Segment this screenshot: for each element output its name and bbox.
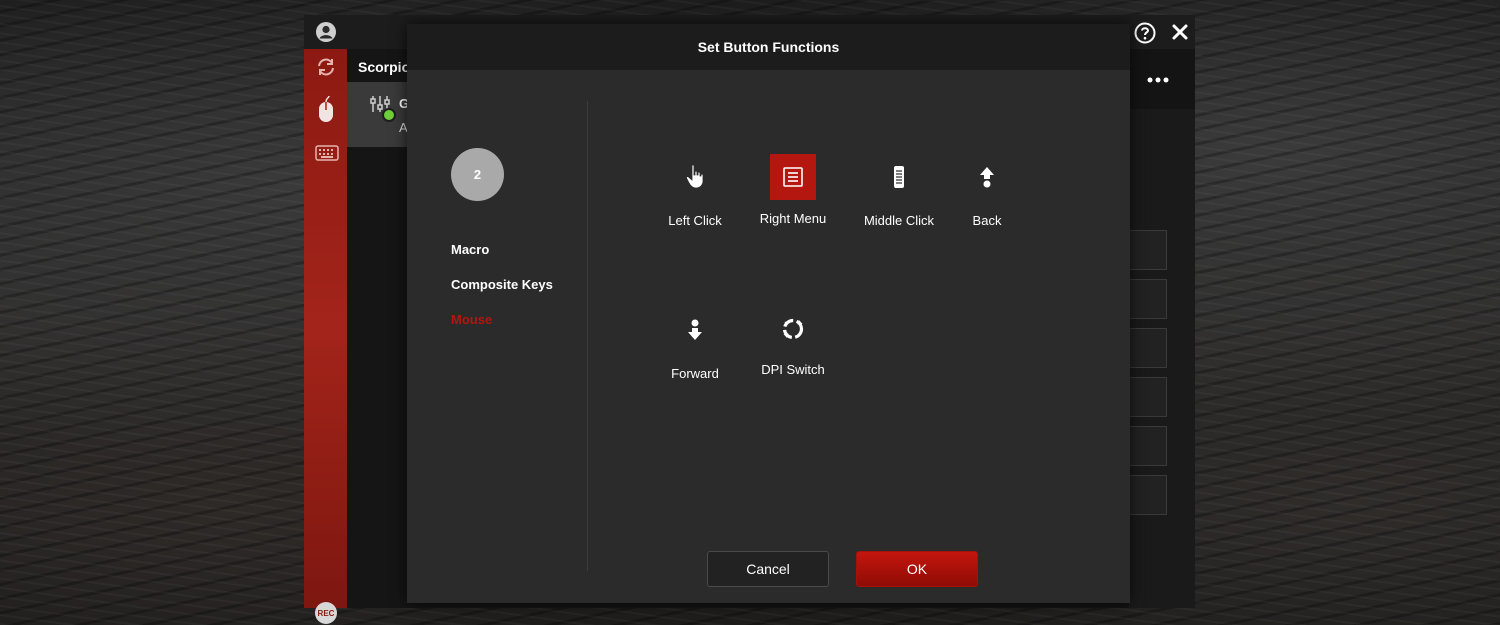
active-status-dot (382, 108, 396, 122)
function-forward[interactable]: Forward (650, 307, 740, 381)
panel-row[interactable] (1129, 328, 1167, 368)
function-back[interactable]: Back (942, 154, 1032, 228)
function-left-click[interactable]: Left Click (650, 154, 740, 228)
cancel-button[interactable]: Cancel (707, 551, 829, 587)
profile-name: G (399, 96, 407, 111)
set-button-functions-dialog: Set Button Functions 2 Macro Composite K… (407, 24, 1130, 603)
menu-list-icon (770, 154, 816, 200)
function-label: Left Click (668, 213, 722, 228)
category-macro[interactable]: Macro (451, 242, 489, 257)
category-composite-keys[interactable]: Composite Keys (451, 277, 553, 292)
dpi-cycle-icon (770, 306, 816, 352)
mouse-icon[interactable] (315, 96, 337, 124)
close-icon[interactable] (1170, 22, 1190, 42)
panel-row[interactable] (1129, 475, 1167, 515)
function-right-menu[interactable]: Right Menu (748, 154, 838, 226)
device-list-title: Scorpion (358, 59, 407, 75)
profile-list-item[interactable]: G A (347, 82, 407, 147)
function-middle-click[interactable]: Middle Click (854, 154, 944, 228)
function-label: Forward (671, 366, 719, 381)
function-dpi-switch[interactable]: DPI Switch (748, 306, 838, 377)
function-label: DPI Switch (761, 362, 825, 377)
right-panel (1129, 109, 1195, 608)
record-macro-button[interactable]: REC (315, 602, 337, 624)
panel-row[interactable] (1129, 377, 1167, 417)
panel-row[interactable] (1129, 279, 1167, 319)
category-mouse[interactable]: Mouse (451, 312, 492, 327)
function-label: Right Menu (759, 211, 827, 226)
function-label: Back (972, 213, 1002, 228)
more-options-icon[interactable] (1146, 75, 1170, 85)
dialog-header: Set Button Functions (407, 24, 1130, 70)
function-label: Middle Click (863, 213, 935, 228)
sync-icon[interactable] (315, 56, 337, 78)
device-list: Scorpion G A (347, 49, 407, 608)
rec-label: REC (317, 608, 335, 618)
user-account-icon[interactable] (315, 21, 337, 43)
arrow-down-icon (672, 307, 718, 353)
arrow-up-icon (964, 154, 1010, 200)
scroll-wheel-icon (876, 154, 922, 200)
profile-subtitle: A (399, 120, 407, 135)
hand-pointer-icon (672, 154, 718, 200)
dialog-divider (587, 101, 588, 571)
dialog-title: Set Button Functions (697, 39, 840, 55)
panel-row[interactable] (1129, 230, 1167, 270)
ok-button[interactable]: OK (856, 551, 978, 587)
button-number-badge: 2 (451, 148, 504, 201)
app-sidebar: REC (304, 49, 347, 624)
keyboard-icon[interactable] (315, 144, 339, 162)
help-icon[interactable] (1134, 22, 1156, 44)
panel-row[interactable] (1129, 426, 1167, 466)
